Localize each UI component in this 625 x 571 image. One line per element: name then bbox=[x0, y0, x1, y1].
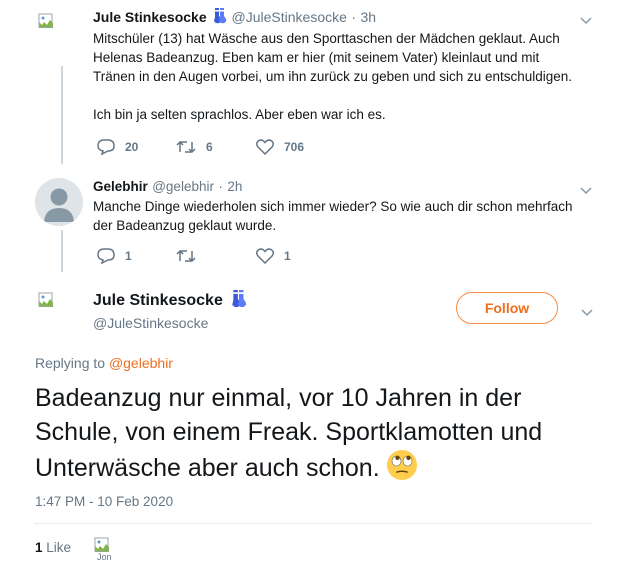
author-name[interactable]: Gelebhir bbox=[93, 179, 148, 194]
author-name[interactable]: Jule Stinkesocke bbox=[93, 292, 223, 309]
thread-line bbox=[61, 230, 63, 272]
reply-count: 1 bbox=[125, 249, 132, 263]
avatar[interactable] bbox=[35, 178, 83, 226]
author-block: Jule Stinkesocke bbox=[93, 290, 247, 313]
tweet-line: Tränen in den Augen vorbei, um ihn zurüc… bbox=[93, 69, 573, 84]
replying-prefix: Replying to bbox=[35, 355, 106, 371]
retweet-button[interactable] bbox=[176, 248, 206, 264]
author-handle[interactable]: @JuleStinkesocke bbox=[232, 9, 347, 25]
tweet-header: Jule Stinkesocke @JuleStinkesocke · 3h bbox=[93, 8, 376, 29]
reply-button[interactable]: 20 bbox=[97, 139, 138, 155]
separator-dot: · bbox=[351, 9, 357, 25]
tweet-text: Manche Dinge wiederholen sich immer wied… bbox=[93, 197, 613, 235]
tweet-line: Manche Dinge wiederholen sich immer wied… bbox=[93, 199, 573, 214]
separator-dot: · bbox=[218, 179, 223, 194]
author-handle[interactable]: @JuleStinkesocke bbox=[93, 315, 208, 331]
like-button[interactable]: 706 bbox=[256, 139, 304, 155]
face-with-rolling-eyes-icon bbox=[386, 449, 418, 481]
tweet-line: Mitschüler (13) hat Wäsche aus den Sport… bbox=[93, 31, 560, 46]
like-count: 706 bbox=[284, 140, 305, 154]
likes-label: Like bbox=[46, 540, 72, 555]
tweet-line: Unterwäsche aber auch schon. bbox=[35, 454, 380, 482]
chevron-down-icon[interactable] bbox=[581, 304, 593, 322]
tweet-time[interactable]: 3h bbox=[361, 9, 377, 25]
like-count: 1 bbox=[284, 249, 291, 263]
reply-icon bbox=[97, 248, 115, 264]
tweet-line: der Badeanzug geklaut wurde. bbox=[93, 218, 277, 233]
retweet-icon bbox=[176, 139, 196, 155]
tweet-header: Gelebhir @gelebhir · 2h bbox=[93, 178, 242, 196]
retweet-count: 6 bbox=[206, 140, 213, 154]
main-tweet-text: Badeanzug nur einmal, vor 10 Jahren in d… bbox=[35, 381, 542, 485]
retweet-button[interactable]: 6 bbox=[176, 139, 213, 155]
tweet-timestamp[interactable]: 1:47 PM - 10 Feb 2020 bbox=[35, 494, 173, 509]
tweet-line: Badeanzug nur einmal, vor 10 Jahren in d… bbox=[35, 384, 522, 412]
socks-icon bbox=[213, 8, 227, 29]
retweet-icon bbox=[176, 248, 196, 264]
replying-to-link[interactable]: @gelebhir bbox=[109, 355, 173, 371]
likes-stat[interactable]: 1 Like bbox=[35, 540, 71, 555]
tweet-line: Schule, von einem Freak. Sportklamotten … bbox=[35, 418, 543, 446]
likes-count: 1 bbox=[35, 540, 43, 555]
reply-button[interactable]: 1 bbox=[97, 248, 132, 264]
author-handle[interactable]: @gelebhir bbox=[152, 179, 214, 194]
tweet-text: Mitschüler (13) hat Wäsche aus den Sport… bbox=[93, 29, 613, 124]
socks-icon bbox=[231, 290, 247, 313]
liker-avatar[interactable]: Jon bbox=[94, 537, 118, 561]
tweet-line: Helenas Badeanzug. Eben kam er hier (mit… bbox=[93, 50, 540, 65]
like-button[interactable]: 1 bbox=[256, 248, 291, 264]
tweet-time[interactable]: 2h bbox=[227, 179, 242, 194]
divider bbox=[34, 523, 591, 524]
thread-line bbox=[61, 66, 63, 164]
avatar[interactable] bbox=[38, 13, 54, 29]
author-name[interactable]: Jule Stinkesocke bbox=[93, 9, 207, 25]
replying-to: Replying to @gelebhir bbox=[35, 355, 173, 371]
avatar[interactable] bbox=[38, 292, 54, 308]
tweet-line: Ich bin ja selten sprachlos. Aber eben w… bbox=[93, 107, 386, 122]
follow-button[interactable]: Follow bbox=[456, 292, 558, 324]
heart-icon bbox=[256, 248, 274, 264]
reply-count: 20 bbox=[125, 140, 139, 154]
chevron-down-icon[interactable] bbox=[580, 12, 592, 30]
liker-avatar-alt: Jon bbox=[97, 552, 112, 561]
reply-icon bbox=[97, 139, 115, 155]
heart-icon bbox=[256, 139, 274, 155]
